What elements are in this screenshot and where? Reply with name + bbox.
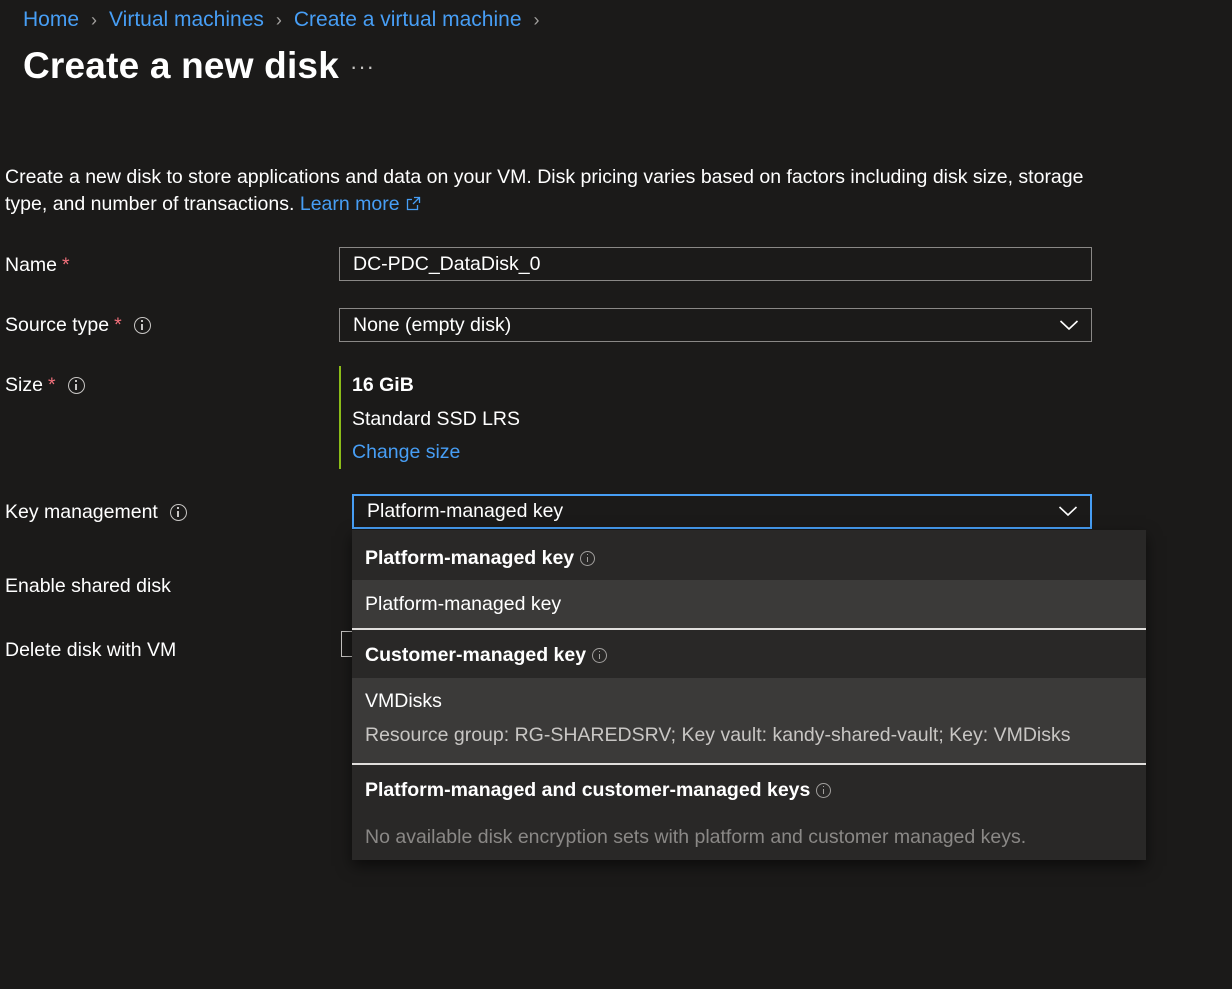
required-marker: *: [62, 253, 70, 276]
learn-more-link[interactable]: Learn more: [300, 193, 421, 215]
name-label-text: Name: [5, 253, 58, 276]
required-marker: *: [47, 373, 56, 396]
source-type-value: None (empty disk): [353, 313, 512, 336]
delete-with-vm-label-text: Delete disk with VM: [5, 638, 177, 661]
size-value: 16 GiB: [352, 374, 414, 396]
group-header-text: Customer-managed key: [365, 643, 587, 666]
size-sku: Standard SSD LRS: [352, 408, 521, 430]
group-header-text: Platform-managed and customer-managed ke…: [365, 778, 811, 801]
key-management-dropdown: Platform-managed key Platform-managed ke…: [352, 530, 1146, 860]
size-summary: 16 GiB Standard SSD LRS Change size: [339, 366, 520, 469]
info-icon[interactable]: [592, 647, 608, 663]
group-header-text: Platform-managed key: [365, 546, 575, 569]
chevron-down-icon: [1059, 320, 1079, 331]
breadcrumb-home[interactable]: Home: [23, 8, 79, 32]
option-vmdisks[interactable]: VMDisks Resource group: RG-SHAREDSRV; Ke…: [352, 678, 1146, 763]
option-detail: Resource group: RG-SHAREDSRV; Key vault:…: [365, 724, 1071, 746]
info-icon[interactable]: [169, 503, 187, 521]
breadcrumb-virtual-machines[interactable]: Virtual machines: [109, 8, 264, 32]
option-label: Platform-managed key: [365, 593, 562, 615]
key-management-label: Key management: [5, 499, 187, 525]
key-management-value: Platform-managed key: [367, 500, 564, 522]
group-header-customer-managed: Customer-managed key: [365, 642, 608, 668]
info-icon[interactable]: [580, 550, 596, 566]
required-marker: *: [114, 313, 122, 336]
breadcrumb-create-vm[interactable]: Create a virtual machine: [294, 8, 522, 32]
empty-state-text: No available disk encryption sets with p…: [365, 826, 1027, 848]
size-label: Size *: [5, 372, 85, 398]
info-icon[interactable]: [816, 782, 832, 798]
name-label: Name *: [5, 252, 70, 278]
delete-with-vm-label: Delete disk with VM: [5, 637, 176, 663]
group-header-platform-managed: Platform-managed key: [365, 545, 596, 571]
more-options-icon[interactable]: ···: [350, 54, 375, 80]
breadcrumb: Home › Virtual machines › Create a virtu…: [23, 6, 552, 34]
option-label: VMDisks: [365, 690, 442, 712]
shared-disk-label: Enable shared disk: [5, 573, 171, 599]
chevron-down-icon: [1058, 506, 1078, 517]
name-input[interactable]: DC-PDC_DataDisk_0: [339, 247, 1092, 281]
intro-text: Create a new disk to store applications …: [5, 164, 1115, 218]
source-type-label: Source type *: [5, 312, 151, 338]
intro-description: Create a new disk to store applications …: [5, 166, 1084, 215]
key-management-label-text: Key management: [5, 500, 158, 523]
divider: [352, 763, 1146, 765]
chevron-right-icon: ›: [533, 9, 540, 30]
change-size-link[interactable]: Change size: [352, 441, 520, 464]
option-platform-managed-key[interactable]: Platform-managed key: [352, 580, 1146, 628]
key-management-select[interactable]: Platform-managed key: [352, 494, 1092, 529]
name-input-value: DC-PDC_DataDisk_0: [353, 252, 541, 275]
page-title: Create a new disk: [23, 45, 339, 86]
external-link-icon: [406, 196, 420, 211]
info-icon[interactable]: [133, 316, 151, 334]
source-type-label-text: Source type: [5, 313, 110, 336]
divider: [352, 628, 1146, 630]
info-icon[interactable]: [67, 376, 85, 394]
size-label-text: Size: [5, 373, 43, 396]
chevron-right-icon: ›: [275, 9, 282, 30]
chevron-right-icon: ›: [91, 9, 98, 30]
learn-more-label: Learn more: [299, 193, 400, 215]
group-header-platform-and-customer: Platform-managed and customer-managed ke…: [365, 777, 832, 803]
shared-disk-label-text: Enable shared disk: [5, 574, 171, 597]
source-type-select[interactable]: None (empty disk): [339, 308, 1092, 342]
